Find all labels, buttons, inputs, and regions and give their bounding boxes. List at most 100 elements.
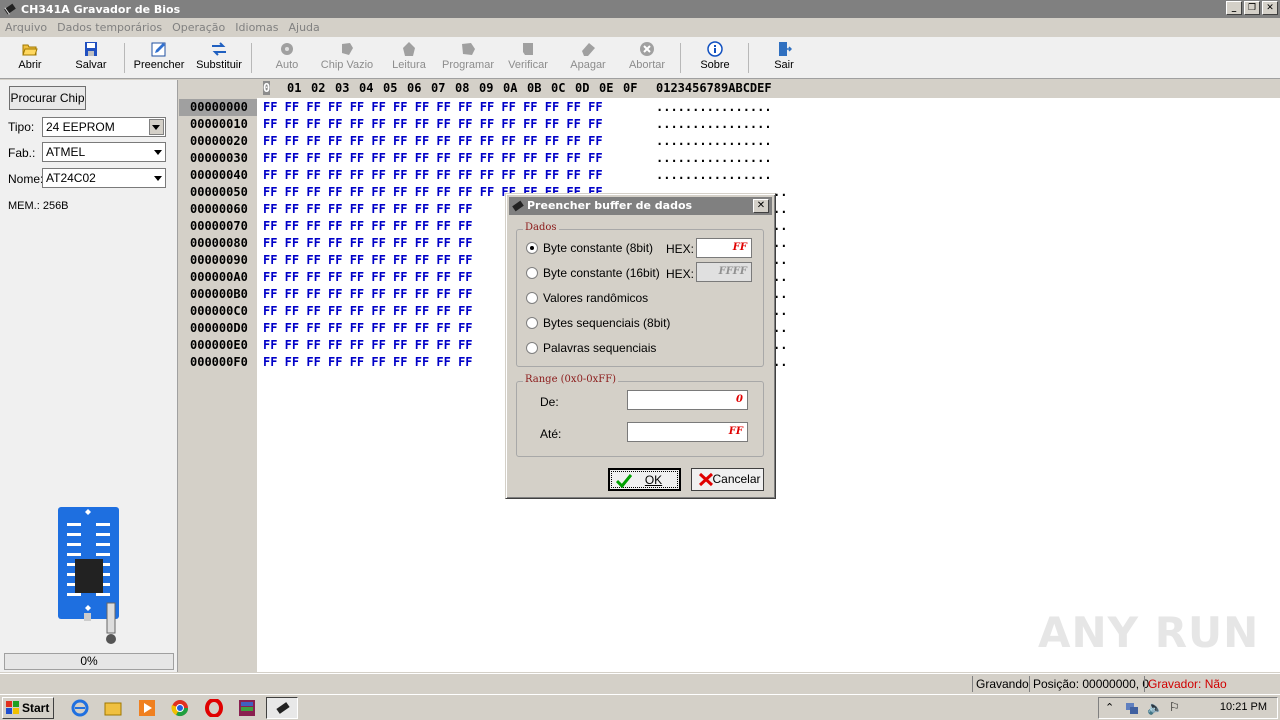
- hex-row[interactable]: FF FF FF FF FF FF FF FF FF FF FF FF FF F…: [263, 150, 603, 167]
- radio-unchecked-icon: [526, 267, 538, 279]
- winrar-icon[interactable]: [238, 699, 256, 717]
- hex-row[interactable]: FF FF FF FF FF FF FF FF FF FF FF FF FF F…: [263, 99, 603, 116]
- ascii-row[interactable]: ................: [656, 150, 772, 167]
- verify-icon: [523, 43, 533, 55]
- taskbar-active-app[interactable]: [266, 697, 298, 719]
- ascii-row[interactable]: ................: [656, 116, 772, 133]
- abort-button[interactable]: Abortar: [625, 39, 669, 77]
- hex-row[interactable]: FF FF FF FF FF FF FF FF FF FF: [263, 252, 473, 269]
- hex-col-header: 02: [311, 81, 326, 95]
- hex-row[interactable]: FF FF FF FF FF FF FF FF FF FF FF FF FF F…: [263, 133, 603, 150]
- volume-icon[interactable]: 🔈: [1147, 700, 1163, 716]
- open-button[interactable]: Abrir: [8, 39, 52, 77]
- minimize-button[interactable]: _: [1226, 1, 1242, 15]
- anyrun-watermark: ANY RUN: [1038, 608, 1260, 657]
- ascii-row[interactable]: ................: [656, 99, 772, 116]
- menu-operacao[interactable]: Operação: [167, 21, 230, 34]
- range-group-title: Range (0x0-0xFF): [523, 374, 619, 385]
- hex-row[interactable]: FF FF FF FF FF FF FF FF FF FF: [263, 218, 473, 235]
- program-button[interactable]: Programar: [440, 39, 496, 77]
- ok-button[interactable]: OK: [608, 468, 681, 491]
- dialog-close-button[interactable]: ✕: [753, 199, 769, 213]
- search-chip-button[interactable]: Procurar Chip: [9, 86, 86, 110]
- menu-dados-temporarios[interactable]: Dados temporários: [52, 21, 167, 34]
- address-label: 000000F0: [190, 355, 248, 369]
- menu-bar: Arquivo Dados temporários Operação Idiom…: [0, 18, 1280, 37]
- hex-row[interactable]: FF FF FF FF FF FF FF FF FF FF: [263, 201, 473, 218]
- replace-button[interactable]: Substituir: [194, 39, 244, 77]
- hex8-input[interactable]: FF: [696, 238, 752, 258]
- toolbar: Abrir Salvar Preencher Substituir Auto C…: [0, 37, 1280, 79]
- fill-button[interactable]: Preencher: [132, 39, 186, 77]
- hex-row[interactable]: FF FF FF FF FF FF FF FF FF FF: [263, 320, 473, 337]
- status-bar: Gravando Posição: 00000000, 0 Gravador: …: [0, 673, 1280, 707]
- file-explorer-icon[interactable]: [104, 699, 122, 717]
- auto-button[interactable]: Auto: [265, 39, 309, 77]
- restore-button[interactable]: ❐: [1244, 1, 1260, 15]
- hex-row[interactable]: FF FF FF FF FF FF FF FF FF FF: [263, 269, 473, 286]
- taskbar: Start ⌃ 🔈 ⚐ 10:21 PM: [0, 694, 1280, 720]
- media-player-icon[interactable]: [138, 699, 156, 717]
- type-select[interactable]: 24 EEPROM: [42, 117, 166, 137]
- radio-sequential-words[interactable]: Palavras sequenciais: [526, 340, 656, 356]
- about-button[interactable]: Sobre: [693, 39, 737, 77]
- range-from-input[interactable]: 0: [627, 390, 748, 410]
- name-select[interactable]: AT24C02: [42, 168, 166, 188]
- range-to-input[interactable]: FF: [627, 422, 748, 442]
- verify-button[interactable]: Verificar: [504, 39, 552, 77]
- clock[interactable]: 10:21 PM: [1220, 701, 1267, 713]
- opera-icon[interactable]: [205, 699, 223, 717]
- chevron-down-icon[interactable]: [149, 119, 164, 135]
- ascii-row[interactable]: ................: [656, 167, 772, 184]
- save-button[interactable]: Salvar: [69, 39, 113, 77]
- hex-row[interactable]: FF FF FF FF FF FF FF FF FF FF: [263, 303, 473, 320]
- radio-sequential-bytes[interactable]: Bytes sequenciais (8bit): [526, 315, 670, 331]
- windows-logo-icon: [6, 701, 19, 714]
- erase-button[interactable]: Apagar: [566, 39, 610, 77]
- radio-random-values[interactable]: Valores randômicos: [526, 290, 648, 306]
- radio-unchecked-icon: [526, 342, 538, 354]
- manufacturer-select[interactable]: ATMEL: [42, 142, 166, 162]
- eraser-icon: [582, 43, 595, 56]
- cancel-button[interactable]: Cancelar: [691, 468, 764, 491]
- folder-open-icon: [22, 44, 38, 56]
- address-label: 00000060: [190, 202, 248, 216]
- start-button[interactable]: Start: [2, 697, 54, 719]
- hex-row[interactable]: FF FF FF FF FF FF FF FF FF FF: [263, 337, 473, 354]
- blank-check-button[interactable]: Chip Vazio: [318, 39, 376, 77]
- address-label: 00000030: [190, 151, 248, 165]
- hex-col-header: 0A: [503, 81, 518, 95]
- swap-arrows-icon: [212, 42, 226, 56]
- hex-row[interactable]: FF FF FF FF FF FF FF FF FF FF: [263, 235, 473, 252]
- tray-expand-icon[interactable]: ⌃: [1105, 701, 1114, 714]
- chrome-icon[interactable]: [171, 699, 189, 717]
- close-button[interactable]: ✕: [1262, 1, 1278, 15]
- network-icon[interactable]: [1125, 701, 1139, 715]
- flag-icon[interactable]: ⚐: [1169, 700, 1180, 714]
- hex-row[interactable]: FF FF FF FF FF FF FF FF FF FF FF FF FF F…: [263, 167, 603, 184]
- hex16-input[interactable]: FFFF: [696, 262, 752, 282]
- radio-byte-constant-8bit[interactable]: Byte constante (8bit): [526, 240, 653, 256]
- chevron-down-icon: [154, 150, 162, 155]
- hex-row[interactable]: FF FF FF FF FF FF FF FF FF FF FF FF FF F…: [263, 116, 603, 133]
- hex-row[interactable]: FF FF FF FF FF FF FF FF FF FF: [263, 286, 473, 303]
- exit-button[interactable]: Sair: [762, 39, 806, 77]
- hex-col-header: 05: [383, 81, 398, 95]
- address-label: 00000090: [190, 253, 248, 267]
- hex-row[interactable]: FF FF FF FF FF FF FF FF FF FF: [263, 354, 473, 371]
- menu-idiomas[interactable]: Idiomas: [230, 21, 283, 34]
- menu-ajuda[interactable]: Ajuda: [283, 21, 324, 34]
- read-button[interactable]: Leitura: [387, 39, 431, 77]
- radio-unchecked-icon: [526, 292, 538, 304]
- chevron-down-icon: [154, 176, 162, 181]
- window-title: CH341A Gravador de Bios: [21, 2, 181, 16]
- system-tray: ⌃ 🔈 ⚐ 10:21 PM: [1098, 697, 1278, 719]
- menu-arquivo[interactable]: Arquivo: [0, 21, 52, 34]
- blank-chip-icon: [342, 43, 353, 55]
- hex-col-header: 03: [335, 81, 350, 95]
- status-state: Gravando: [972, 676, 1032, 692]
- radio-byte-constant-16bit[interactable]: Byte constante (16bit): [526, 265, 660, 281]
- chip-socket-icon: [58, 507, 119, 644]
- internet-explorer-icon[interactable]: [71, 699, 89, 717]
- ascii-row[interactable]: ................: [656, 133, 772, 150]
